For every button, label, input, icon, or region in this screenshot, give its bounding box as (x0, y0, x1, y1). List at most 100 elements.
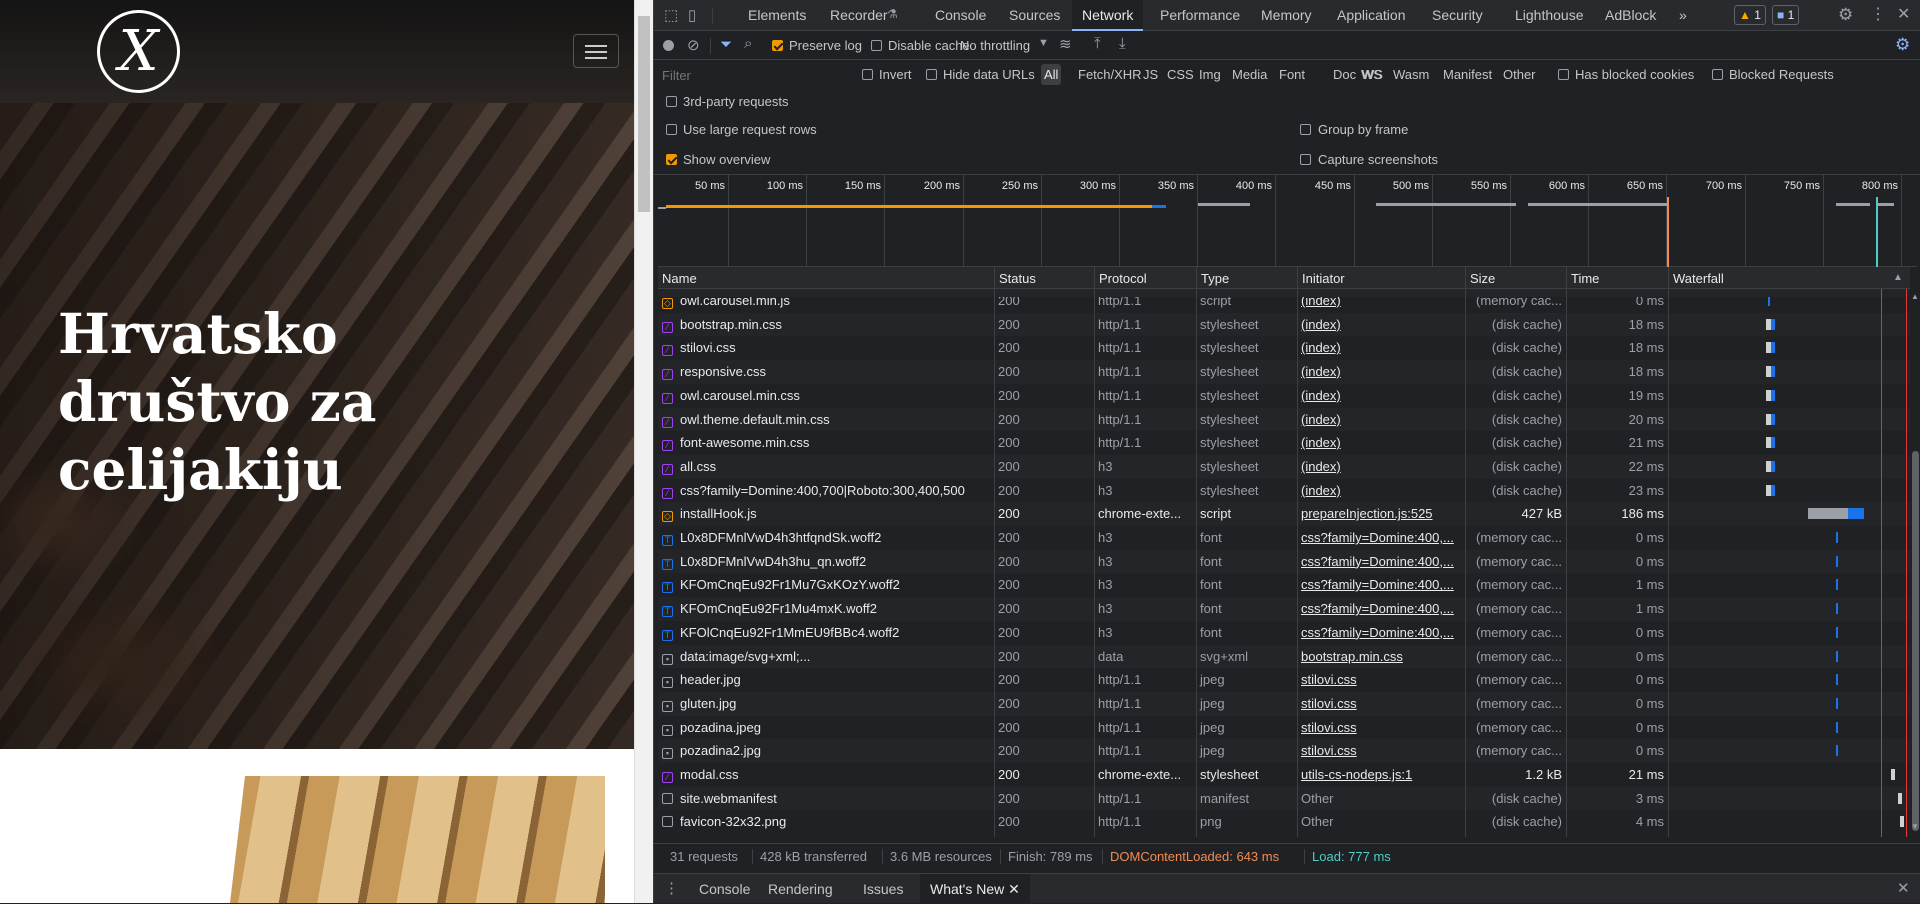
type-filter-all[interactable]: All (1041, 64, 1062, 85)
export-har-icon[interactable]: ⤓ (1119, 35, 1126, 52)
type-filter-manifest[interactable]: Manifest (1440, 64, 1495, 85)
drawer-menu-icon[interactable]: ⋮ (664, 879, 679, 897)
network-settings-icon[interactable]: ⚙ (1895, 35, 1910, 55)
tab-adblock[interactable]: AdBlock (1605, 7, 1656, 23)
close-drawer-icon[interactable]: ✕ (1897, 879, 1910, 897)
tab-application[interactable]: Application (1337, 7, 1406, 23)
tab-network[interactable]: Network (1072, 0, 1144, 31)
close-devtools-icon[interactable]: ✕ (1897, 4, 1910, 24)
sort-ascending-icon[interactable]: ▲ (1893, 272, 1903, 283)
table-row[interactable]: ⁄ css?family=Domine:400,700|Roboto:300,40… (658, 478, 1910, 503)
drawer-tab-whats-new[interactable]: What's New ✕ (920, 874, 1030, 904)
column-size[interactable]: Size (1465, 267, 1566, 289)
type-filter-wasm[interactable]: Wasm (1390, 64, 1432, 85)
request-name[interactable]: ⁄ font-awesome.min.css (658, 431, 994, 455)
request-name[interactable]: ⁄ bootstrap.min.css (658, 313, 994, 337)
column-status[interactable]: Status (994, 267, 1094, 289)
table-row[interactable]: T KFOmCnqEu92Fr1Mu4mxK.woff2 200 h3 font css?… (658, 597, 1910, 621)
request-name[interactable]: site.webmanifest (658, 787, 994, 811)
type-filter-js[interactable]: JS (1140, 64, 1161, 85)
request-initiator[interactable]: stilovi.css (1297, 692, 1465, 716)
request-initiator[interactable]: (index) (1297, 384, 1465, 408)
group-by-frame-checkbox[interactable] (1300, 124, 1311, 135)
chevron-down-icon[interactable]: ▼ (1038, 37, 1049, 49)
search-icon[interactable]: ⌕ (744, 35, 752, 52)
capture-screenshots-checkbox[interactable] (1300, 154, 1311, 165)
request-name[interactable]: T KFOmCnqEu92Fr1Mu4mxK.woff2 (658, 597, 994, 621)
table-row[interactable]: T L0x8DFMnlVwD4h3htfqndSk.woff2 200 h3 font c… (658, 526, 1910, 550)
warnings-badge[interactable]: ▲ 1 (1734, 5, 1766, 25)
import-har-icon[interactable]: ⤒ (1094, 35, 1101, 52)
table-row[interactable]: ⁄ owl.carousel.min.css 200 http/1.1 styleshe… (658, 383, 1910, 408)
type-filter-fetch[interactable]: Fetch/XHR (1075, 64, 1145, 85)
filter-icon[interactable]: ⏷ (720, 36, 732, 53)
site-logo[interactable]: X (97, 10, 180, 93)
kebab-menu-icon[interactable]: ⋮ (1870, 4, 1886, 24)
table-row[interactable]: ⁄ owl.theme.default.min.css 200 http/1.1 sty… (658, 407, 1910, 432)
request-name[interactable]: ⁄ owl.theme.default.min.css (658, 408, 994, 432)
drawer-tab-issues[interactable]: Issues (863, 881, 903, 897)
table-row[interactable]: favicon-32x32.png 200 http/1.1 png Other (dis… (658, 810, 1910, 835)
scroll-down-icon[interactable]: ▼ (1911, 822, 1919, 831)
request-initiator[interactable]: (index) (1297, 408, 1465, 432)
tab-console[interactable]: Console (935, 7, 986, 23)
request-initiator[interactable]: (index) (1297, 431, 1465, 455)
invert-checkbox[interactable] (862, 69, 873, 80)
request-initiator[interactable]: css?family=Domine:400,... (1297, 621, 1465, 645)
request-initiator[interactable]: (index) (1297, 336, 1465, 360)
preserve-log-checkbox[interactable] (772, 40, 783, 51)
table-row[interactable]: T L0x8DFMnlVwD4h3hu_qn.woff2 200 h3 font css?… (658, 549, 1910, 574)
tab-lighthouse[interactable]: Lighthouse (1515, 7, 1584, 23)
tab-recorder[interactable]: Recorder (830, 7, 888, 23)
request-name[interactable]: T KFOmCnqEu92Fr1Mu7GxKOzY.woff2 (658, 573, 994, 597)
request-name[interactable]: ▪ gluten.jpg (658, 692, 994, 716)
request-name[interactable]: ▪ data:image/svg+xml;... (658, 645, 994, 669)
table-scrollbar[interactable]: ▲ ▼ (1910, 289, 1920, 837)
table-row[interactable]: ⁄ all.css 200 h3 stylesheet (index) (disk cach… (658, 454, 1910, 479)
column-protocol[interactable]: Protocol (1094, 267, 1196, 289)
request-name[interactable]: ⁄ responsive.css (658, 360, 994, 384)
tab-elements[interactable]: Elements (748, 7, 806, 23)
table-row[interactable]: ⁄ bootstrap.min.css 200 http/1.1 stylesheet (… (658, 312, 1910, 337)
close-tab-icon[interactable]: ✕ (1008, 881, 1020, 897)
has-blocked-cookies-checkbox[interactable] (1558, 69, 1569, 80)
show-overview-checkbox[interactable] (666, 154, 677, 165)
request-name[interactable]: ⁄ stilovi.css (658, 336, 994, 360)
hide-data-urls-checkbox[interactable] (926, 69, 937, 80)
type-filter-css[interactable]: CSS (1164, 64, 1197, 85)
network-overview[interactable]: 50 ms 100 ms 150 ms 200 ms 250 ms 300 ms 350 m… (658, 175, 1917, 267)
drawer-tab-rendering[interactable]: Rendering (768, 881, 833, 897)
large-rows-checkbox[interactable] (666, 124, 677, 135)
request-name[interactable]: ▪ header.jpg (658, 668, 994, 692)
tab-performance[interactable]: Performance (1160, 7, 1240, 23)
tab-memory[interactable]: Memory (1261, 7, 1312, 23)
request-initiator[interactable]: (index) (1297, 479, 1465, 503)
network-conditions-icon[interactable]: ≋ (1059, 35, 1072, 53)
request-initiator[interactable]: stilovi.css (1297, 716, 1465, 740)
request-name[interactable]: ⁄ all.css (658, 455, 994, 479)
request-initiator[interactable]: (index) (1297, 297, 1465, 313)
request-name[interactable]: T KFOlCnqEu92Fr1MmEU9fBBc4.woff2 (658, 621, 994, 645)
table-row[interactable]: site.webmanifest 200 http/1.1 manifest Other… (658, 786, 1910, 811)
request-name[interactable]: T L0x8DFMnlVwD4h3htfqndSk.woff2 (658, 526, 994, 550)
table-row[interactable]: ▪ pozadina.jpeg 200 http/1.1 jpeg stilovi.css… (658, 715, 1910, 740)
more-tabs-icon[interactable]: » (1679, 7, 1687, 23)
request-name[interactable]: ▪ pozadina2.jpg (658, 739, 994, 763)
request-name[interactable]: favicon-32x32.png (658, 810, 994, 834)
type-filter-doc[interactable]: Doc (1330, 64, 1359, 85)
request-initiator[interactable]: (index) (1297, 313, 1465, 337)
inspect-icon[interactable]: ⬚ (664, 6, 678, 24)
messages-badge[interactable]: ■ 1 (1772, 5, 1800, 25)
table-row[interactable]: T KFOlCnqEu92Fr1MmEU9fBBc4.woff2 200 h3 font… (658, 620, 1910, 645)
table-row[interactable]: ◇ installHook.js 200 chrome-exte... script pr… (658, 502, 1910, 526)
request-initiator[interactable]: (index) (1297, 455, 1465, 479)
request-initiator[interactable]: stilovi.css (1297, 739, 1465, 763)
request-name[interactable]: T L0x8DFMnlVwD4h3hu_qn.woff2 (658, 550, 994, 574)
page-scrollbar[interactable] (634, 0, 653, 903)
column-type[interactable]: Type (1196, 267, 1297, 289)
column-name[interactable]: Name (658, 267, 994, 289)
type-filter-font[interactable]: Font (1276, 64, 1308, 85)
table-row[interactable]: ▪ header.jpg 200 http/1.1 jpeg stilovi.css (me… (658, 668, 1910, 692)
type-filter-img[interactable]: Img (1196, 64, 1224, 85)
table-row[interactable]: ▪ gluten.jpg 200 http/1.1 jpeg stilovi.css (me… (658, 691, 1910, 716)
